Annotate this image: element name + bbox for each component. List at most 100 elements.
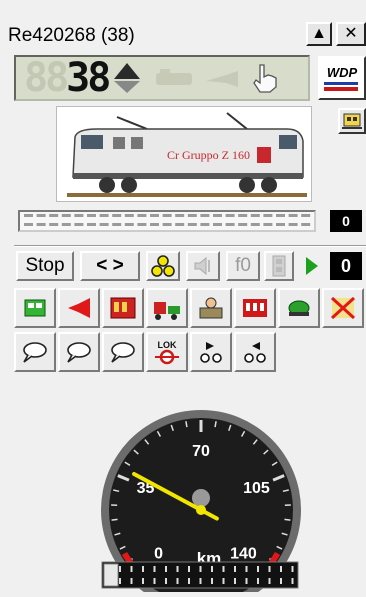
scroll-up-button[interactable]: ▲ xyxy=(306,22,332,46)
gauge-tick xyxy=(284,519,290,520)
direction-down-icon xyxy=(114,81,140,93)
lok-icon: LOK xyxy=(152,338,182,366)
track-dash xyxy=(251,223,260,226)
track-dash xyxy=(49,214,58,217)
locomotive-picture: Cr Gruppo Z 160 xyxy=(57,107,313,203)
track-dash xyxy=(150,214,159,217)
function-button-shunt-back[interactable] xyxy=(234,332,276,372)
light-button[interactable] xyxy=(264,251,294,281)
wdp-logo-text: WDP xyxy=(327,65,357,80)
gauge-hub xyxy=(196,505,206,515)
track-dash xyxy=(238,214,247,217)
locomotive-image[interactable]: Cr Gruppo Z 160 xyxy=(56,106,312,202)
function-button-red-coach[interactable] xyxy=(234,288,276,328)
shunt-back-icon xyxy=(240,338,270,366)
faded-train-icon xyxy=(154,67,194,89)
function-button-speech-bubble[interactable] xyxy=(102,332,144,372)
f0-button[interactable]: f0 xyxy=(226,251,260,281)
turtle-icon xyxy=(284,294,314,322)
function-button-turtle[interactable] xyxy=(278,288,320,328)
gauge-tick-label: 140 xyxy=(230,545,257,562)
track-dash xyxy=(87,214,96,217)
track-dash xyxy=(37,223,46,226)
track-dash xyxy=(276,223,285,226)
train-icon xyxy=(152,294,182,322)
separator xyxy=(14,245,366,247)
direction-indicator[interactable] xyxy=(114,63,140,93)
track-dash xyxy=(213,223,222,226)
speed-display: 88 38 xyxy=(14,55,310,101)
speedometer[interactable]: 03570105140km xyxy=(90,398,312,592)
function-button-shunt-forward[interactable] xyxy=(190,332,232,372)
track-dash xyxy=(163,214,172,217)
speed-slider-thumb[interactable] xyxy=(104,564,118,586)
gauge-tick-label: 105 xyxy=(243,480,270,497)
track-dash xyxy=(112,214,121,217)
track-dash xyxy=(125,214,134,217)
function-button-carriage[interactable] xyxy=(102,288,144,328)
function-button-lok[interactable]: LOK xyxy=(146,332,188,372)
three-dots-icon xyxy=(150,254,176,278)
gauge-tick xyxy=(186,421,187,427)
locomotive-icon xyxy=(20,294,50,322)
track-dash xyxy=(175,214,184,217)
track-dash xyxy=(62,223,71,226)
hand-cursor-icon[interactable] xyxy=(250,63,278,93)
track-dash xyxy=(137,223,146,226)
shunt-forward-icon xyxy=(196,338,226,366)
function-button-speech-bubble[interactable] xyxy=(58,332,100,372)
wdp-logo-icon xyxy=(322,80,362,92)
wdp-button[interactable]: WDP xyxy=(318,56,366,100)
play-button[interactable] xyxy=(300,253,322,279)
track-dash xyxy=(213,214,222,217)
track-dash xyxy=(289,223,298,226)
track-dash xyxy=(74,214,83,217)
speech-bubble-icon xyxy=(20,338,50,366)
track-dash xyxy=(188,223,197,226)
track-dash xyxy=(49,223,58,226)
faded-whistle-icon xyxy=(204,67,240,89)
track-dash xyxy=(87,223,96,226)
stop-button[interactable]: Stop xyxy=(16,251,74,281)
function-button-no-coupling[interactable] xyxy=(322,288,364,328)
speedometer-dial: 03570105140km xyxy=(90,398,312,592)
function-button-horn[interactable] xyxy=(58,288,100,328)
track-dash xyxy=(301,214,310,217)
no-coupling-icon xyxy=(328,294,358,322)
driver-icon xyxy=(196,294,226,322)
window-title: Re420268 (38) xyxy=(8,25,135,47)
track-dash xyxy=(251,214,260,217)
coupling-button[interactable] xyxy=(146,251,180,281)
small-locomotive-icon xyxy=(340,110,364,132)
triangle-up-icon: ▲ xyxy=(311,26,327,42)
track-dash xyxy=(200,223,209,226)
speed-value: 38 xyxy=(66,55,108,101)
speaker-icon xyxy=(191,254,215,278)
track-dash xyxy=(100,223,109,226)
function-button-driver[interactable] xyxy=(190,288,232,328)
horn-icon xyxy=(64,294,94,322)
track-dash xyxy=(289,214,298,217)
function-button-train[interactable] xyxy=(146,288,188,328)
function-button-locomotive[interactable] xyxy=(14,288,56,328)
signal-light-icon xyxy=(269,254,289,278)
track-dash xyxy=(100,214,109,217)
gauge-tick-label: 0 xyxy=(154,545,163,562)
train-select-button[interactable] xyxy=(338,108,366,134)
track-dash xyxy=(62,214,71,217)
track-dash xyxy=(301,223,310,226)
sound-button[interactable] xyxy=(186,251,220,281)
close-button[interactable]: ✕ xyxy=(336,22,366,46)
speed-slider-track[interactable] xyxy=(102,562,298,588)
track-dash xyxy=(188,214,197,217)
track-dash xyxy=(175,223,184,226)
gauge-tick xyxy=(112,519,118,520)
close-icon: ✕ xyxy=(344,26,357,42)
gauge-emblem xyxy=(192,489,210,507)
function-button-speech-bubble[interactable] xyxy=(14,332,56,372)
ghost-icons xyxy=(154,63,278,93)
train-length-bar xyxy=(18,210,316,232)
lok-label: LOK xyxy=(158,340,177,350)
direction-toggle-button[interactable]: < > xyxy=(80,251,140,281)
track-dash xyxy=(24,223,33,226)
